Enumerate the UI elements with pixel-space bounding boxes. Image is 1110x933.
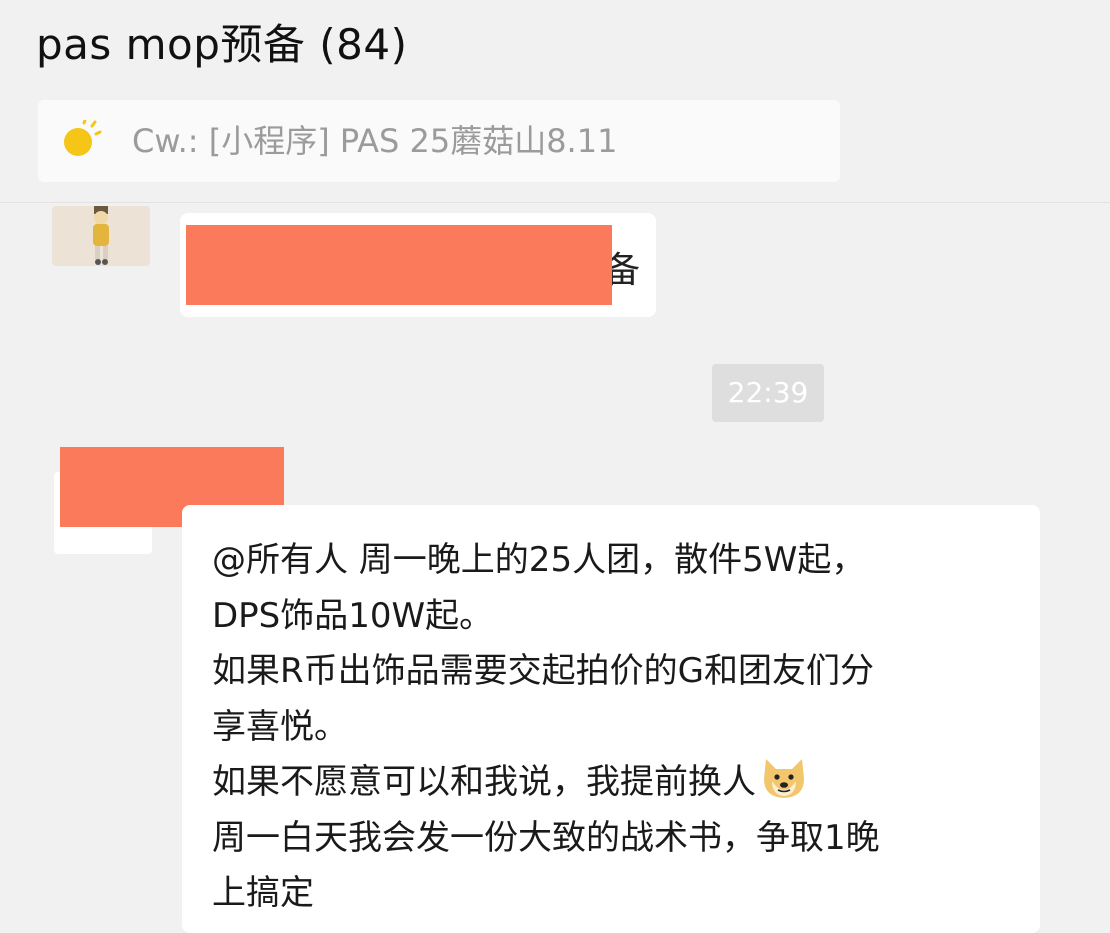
pinned-message-bar[interactable]: Cw.: [小程序] PAS 25蘑菇山8.11 xyxy=(38,100,840,182)
message-bubble[interactable]: @所有人 周一晚上的25人团，散件5W起， DPS饰品10W起。 如果R币出饰品… xyxy=(182,505,1040,933)
message-line: @所有人 周一晚上的25人团，散件5W起， xyxy=(212,540,866,580)
figurine-avatar-icon xyxy=(52,206,150,266)
message-line: DPS饰品10W起。 xyxy=(212,595,494,636)
message-line-with-emoji: 如果不愿意可以和我说，我提前换人 xyxy=(212,755,1010,811)
doge-face-icon xyxy=(760,755,808,801)
chat-title: pas mop预备 (84) xyxy=(36,20,408,69)
message-line: 享喜悦。 xyxy=(212,706,348,747)
message-line: 如果R币出饰品需要交起拍价的G和团友们分 xyxy=(212,651,874,691)
message-timestamp: 22:39 xyxy=(712,364,824,422)
message-line-text: 如果不愿意可以和我说，我提前换人 xyxy=(212,762,756,802)
sun-weather-icon xyxy=(58,118,102,160)
chat-header: pas mop预备 (84) Cw.: [小程序] PAS 25蘑菇山8.11 xyxy=(0,0,1110,203)
message-line: 周一白天我会发一份大致的战术书，争取1晚 xyxy=(212,817,880,858)
message-line: 上搞定 xyxy=(212,873,314,913)
pinned-message-text: Cw.: [小程序] PAS 25蘑菇山8.11 xyxy=(132,122,618,160)
redaction-block xyxy=(186,225,612,305)
sender-avatar[interactable] xyxy=(52,206,150,266)
